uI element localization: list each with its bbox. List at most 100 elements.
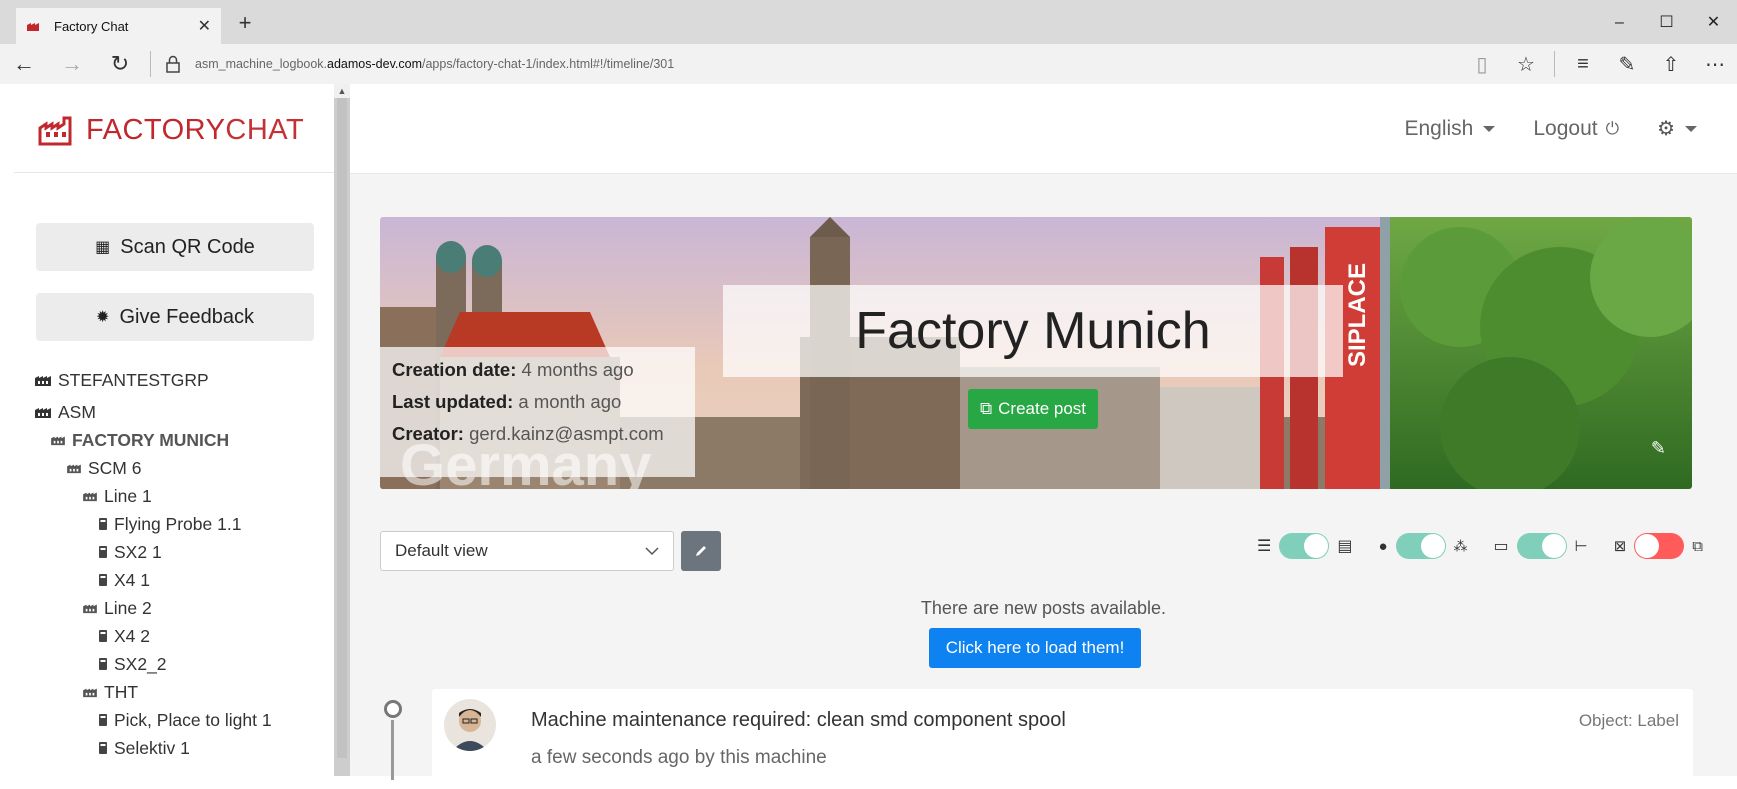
tree-item-label: X4 1 xyxy=(114,569,150,590)
tree-item[interactable]: STEFANTESTGRP xyxy=(34,366,272,394)
timeline-line xyxy=(391,720,394,780)
power-icon: ⏻ xyxy=(1605,118,1620,138)
give-feedback-button[interactable]: ✹ Give Feedback xyxy=(36,293,314,341)
toggle-user-group[interactable] xyxy=(1395,533,1446,559)
new-posts-notice: There are new posts available. xyxy=(920,598,1167,618)
close-tab-icon[interactable]: ✕ xyxy=(198,16,211,36)
logout-button[interactable]: Logout ⏻ xyxy=(1533,117,1619,141)
factory-icon xyxy=(34,373,52,387)
post-object-label: Object: Label xyxy=(1578,711,1679,730)
maximize-icon[interactable]: ☐ xyxy=(1643,8,1690,38)
filter-toggles: ☰ ▤ ● ⁂ ▭ ⊢ ⊠ ⧉ xyxy=(1231,533,1703,559)
language-label: English xyxy=(1404,116,1474,140)
sidebar-divider xyxy=(14,172,334,173)
reading-view-icon[interactable]: ▯ xyxy=(1460,52,1504,77)
hub-icon[interactable]: ≡ xyxy=(1561,53,1605,76)
view-select-value: Default view xyxy=(395,541,488,560)
scan-qr-label: Scan QR Code xyxy=(120,235,255,258)
factory-icon xyxy=(34,405,52,419)
address-url[interactable]: asm_machine_logbook.adamos-dev.com/apps/… xyxy=(195,57,674,71)
window-controls: – ☐ ✕ xyxy=(1596,8,1737,38)
tree-item[interactable]: Line 1 xyxy=(34,482,272,510)
tree-item-label: Selektiv 1 xyxy=(114,737,190,758)
tree-item-label: SCM 6 xyxy=(88,457,142,478)
last-updated-label: Last updated: xyxy=(392,391,514,412)
browser-tab-title: Factory Chat xyxy=(54,18,129,34)
sidebar-scroll-thumb[interactable] xyxy=(337,98,347,758)
favorite-star-icon[interactable]: ☆ xyxy=(1504,52,1548,77)
tree-item[interactable]: SX2 1 xyxy=(34,538,272,566)
toggle-list-posts[interactable] xyxy=(1279,533,1330,559)
logo-thin: CHAT xyxy=(225,114,305,146)
scroll-up-arrow-icon[interactable]: ▲ xyxy=(334,84,350,98)
new-tab-button[interactable]: + xyxy=(230,8,260,38)
give-feedback-label: Give Feedback xyxy=(119,305,254,328)
app-logo[interactable]: FACTORYCHAT xyxy=(38,114,304,147)
pencil-icon xyxy=(696,546,706,556)
factory-icon xyxy=(82,490,98,502)
share-icon[interactable]: ⇧ xyxy=(1649,52,1693,77)
tree-item-label: X4 2 xyxy=(114,625,150,646)
tree-item[interactable]: THT xyxy=(34,678,272,706)
machine-icon xyxy=(98,629,108,643)
language-dropdown[interactable]: English xyxy=(1404,116,1496,141)
tree-item-label: Flying Probe 1.1 xyxy=(114,513,242,534)
tree-item[interactable]: Selektiv 1 xyxy=(34,734,272,762)
browser-tab-bar: Factory Chat ✕ + – ☐ ✕ xyxy=(0,0,1737,44)
avatar[interactable] xyxy=(444,699,496,751)
tree-item-label: SX2 1 xyxy=(114,541,162,562)
tree-item[interactable]: FACTORY MUNICH xyxy=(34,426,272,454)
scan-qr-button[interactable]: ▦ Scan QR Code xyxy=(36,223,314,271)
browser-tab[interactable]: Factory Chat ✕ xyxy=(16,8,221,44)
forward-arrow-icon[interactable]: → xyxy=(48,51,96,77)
tree-item-label: Line 1 xyxy=(104,485,152,506)
factory-logo-icon xyxy=(38,116,72,145)
post-title[interactable]: Machine maintenance required: clean smd … xyxy=(531,709,1066,732)
browser-toolbar-right: ▯ ☆ ≡ ✎ ⇧ ⋯ xyxy=(1460,44,1737,84)
tree-item[interactable]: Pick, Place to light 1 xyxy=(34,706,272,734)
load-posts-button[interactable]: Click here to load them! xyxy=(929,628,1141,668)
tree-item-label: ASM xyxy=(58,401,96,422)
tree-item[interactable]: Line 2 xyxy=(34,594,272,622)
tree-item[interactable]: SX2_2 xyxy=(34,650,272,678)
machine-icon xyxy=(98,657,108,671)
settings-dropdown[interactable]: ⚙ xyxy=(1657,116,1697,141)
lock-icon[interactable] xyxy=(159,55,187,73)
user-icon: ● xyxy=(1378,537,1388,555)
more-icon[interactable]: ⋯ xyxy=(1693,52,1737,77)
refresh-icon[interactable]: ↻ xyxy=(96,51,144,77)
creator-label: Creator: xyxy=(392,423,464,444)
create-post-button[interactable]: ⧉ Create post xyxy=(968,389,1099,429)
banner-meta-box: Creation date: 4 months ago Last updated… xyxy=(380,347,695,477)
toggle-folder-tree[interactable] xyxy=(1516,533,1567,559)
tree-item[interactable]: X4 1 xyxy=(34,566,272,594)
tree-item[interactable]: Flying Probe 1.1 xyxy=(34,510,272,538)
factory-favicon-icon xyxy=(27,23,39,31)
post-meta: a few seconds ago by this machine xyxy=(531,747,827,768)
machine-icon xyxy=(98,741,108,755)
create-post-label: Create post xyxy=(998,399,1087,418)
back-arrow-icon[interactable]: ← xyxy=(0,51,48,77)
toggle-comments[interactable] xyxy=(1634,533,1685,559)
minimize-icon[interactable]: – xyxy=(1596,8,1643,38)
last-updated-value: a month ago xyxy=(518,391,622,412)
users-icon: ⁂ xyxy=(1453,537,1468,554)
factory-banner: SIPLACE Germany Factory Munich Creation … xyxy=(380,217,1692,489)
tree-item-label: THT xyxy=(104,681,139,702)
close-window-icon[interactable]: ✕ xyxy=(1690,8,1737,38)
web-note-icon[interactable]: ✎ xyxy=(1605,52,1649,77)
chevron-down-icon xyxy=(1483,125,1496,132)
banner-flag-text: SIPLACE xyxy=(1344,263,1371,367)
view-select[interactable]: Default view xyxy=(380,531,674,571)
tree-item[interactable]: ASM xyxy=(34,398,272,426)
machine-icon xyxy=(98,517,108,531)
list-icon: ☰ xyxy=(1256,538,1272,555)
tree-item[interactable]: SCM 6 xyxy=(34,454,272,482)
edit-banner-pencil-icon[interactable]: ✎ xyxy=(1651,438,1666,459)
tree-item[interactable]: X4 2 xyxy=(34,622,272,650)
timeline-post[interactable]: Machine maintenance required: clean smd … xyxy=(432,689,1693,789)
edit-view-button[interactable] xyxy=(681,531,721,571)
chevron-down-icon xyxy=(1685,125,1697,132)
sidebar: FACTORYCHAT ▦ Scan QR Code ✹ Give Feedba… xyxy=(14,84,334,776)
creation-date-value: 4 months ago xyxy=(521,359,634,380)
